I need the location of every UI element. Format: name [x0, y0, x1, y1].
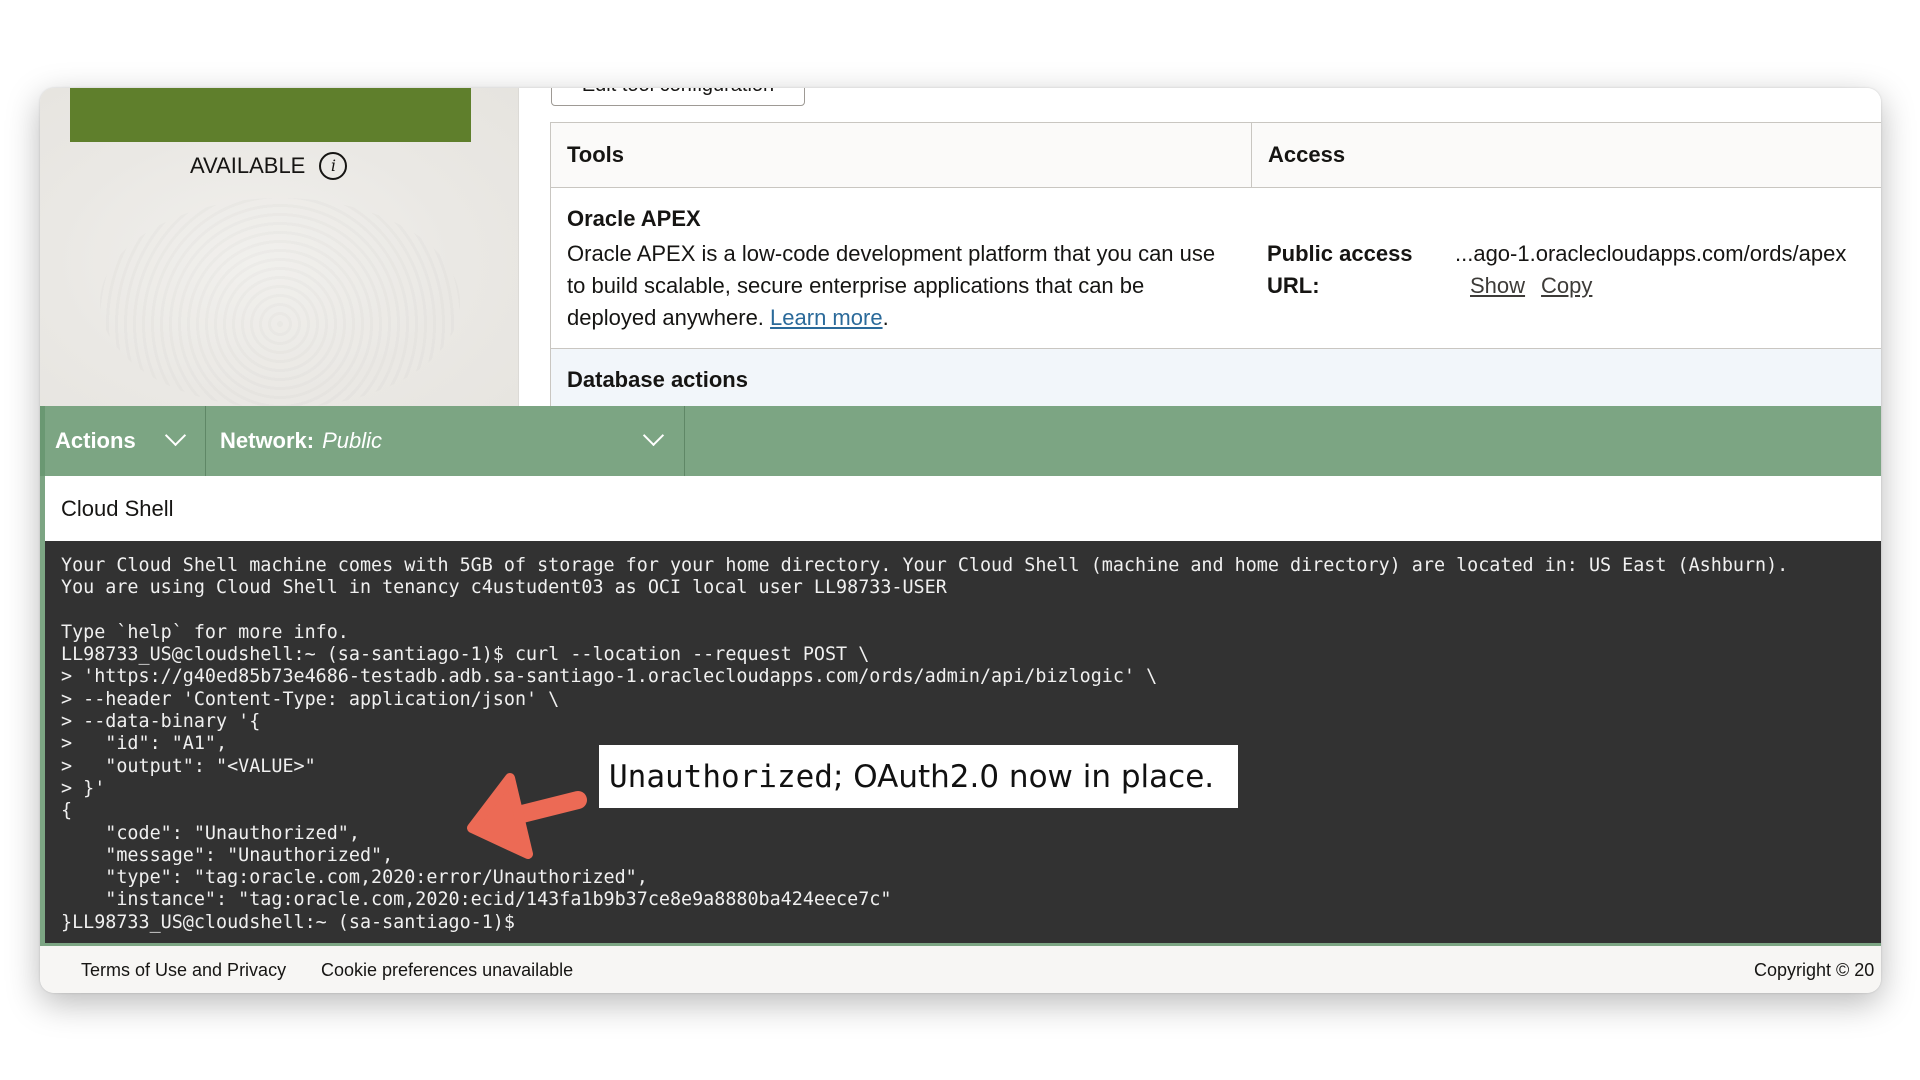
actions-label: Actions [55, 428, 136, 453]
url-actions: Show Copy [1470, 270, 1592, 302]
terminal-line: Your Cloud Shell machine comes with 5GB … [61, 555, 1789, 576]
callout-text: ; OAuth2.0 now in place. [832, 758, 1215, 795]
copyright-text: Copyright © 20 [1754, 960, 1875, 980]
table-row-database-actions: Database actions [551, 349, 1881, 409]
footer: Terms of Use and Privacy Cookie preferen… [40, 946, 1881, 993]
network-dropdown[interactable]: Network: Public [206, 406, 685, 476]
column-header-tools: Tools [567, 142, 625, 167]
cloud-shell-title: Cloud Shell [45, 476, 1881, 541]
terminal[interactable]: Your Cloud Shell machine comes with 5GB … [45, 541, 1881, 943]
annotation-callout: Unauthorized; OAuth2.0 now in place. [599, 745, 1238, 808]
cloud-shell-toolbar: Actions Network: Public [40, 406, 1881, 476]
terminal-line: }LL98733_US@cloudshell:~ (sa-santiago-1)… [61, 911, 515, 933]
tools-table: Tools Access Oracle APEX Oracle APEX is … [550, 122, 1881, 409]
cookie-preferences-link[interactable]: Cookie preferences unavailable [321, 960, 573, 981]
main-content: Edit tool configuration Tools Access Ora… [519, 88, 1881, 409]
terminal-line: > --header 'Content-Type: application/js… [61, 688, 560, 710]
url-label-text: Public access URL: [1267, 241, 1413, 298]
status-label: AVAILABLE [190, 153, 306, 178]
table-header: Tools Access [551, 123, 1881, 188]
chevron-down-icon [164, 424, 187, 447]
copy-url-link[interactable]: Copy [1541, 270, 1592, 302]
terminal-line: > --data-binary '{ [61, 711, 261, 733]
tool-description: Oracle APEX is a low-code development pl… [567, 238, 1227, 334]
public-access-url-label: Public access URL: [1267, 238, 1437, 302]
database-actions-label: Database actions [567, 367, 748, 392]
status-color-bar [70, 88, 471, 142]
annotation-arrow-icon [467, 773, 587, 859]
terminal-line: You are using Cloud Shell in tenancy c4u… [61, 577, 947, 599]
terminal-line: > 'https://g40ed85b73e4686-testadb.adb.s… [61, 666, 1158, 688]
chevron-down-icon [642, 424, 665, 447]
terminal-line: "code": "Unauthorized", [61, 822, 360, 844]
network-value: Public [322, 428, 383, 453]
actions-dropdown[interactable]: Actions [45, 406, 206, 476]
terminal-line: LL98733_US@cloudshell:~ (sa-santiago-1)$… [61, 644, 870, 666]
terminal-line: "type": "tag:oracle.com,2020:error/Unaut… [61, 867, 648, 889]
cloud-shell-panel: Cloud Shell Your Cloud Shell machine com… [40, 476, 1881, 946]
column-header-access: Access [1251, 123, 1345, 187]
terminal-line: "message": "Unauthorized", [61, 844, 394, 866]
console-window: AVAILABLE i Edit tool configuration Tool… [40, 88, 1881, 993]
edit-tool-configuration-button[interactable]: Edit tool configuration [551, 88, 805, 106]
info-icon[interactable]: i [319, 152, 348, 180]
terms-link[interactable]: Terms of Use and Privacy [81, 960, 286, 981]
learn-more-link[interactable]: Learn more [770, 305, 883, 330]
terminal-line: Type `help` for more info. [61, 621, 349, 643]
callout-mono-text: Unauthorized [609, 758, 833, 795]
tool-name: Oracle APEX [567, 206, 701, 231]
status-row: AVAILABLE i [190, 152, 348, 180]
sidebar: AVAILABLE i [40, 88, 519, 408]
table-row-oracle-apex: Oracle APEX Oracle APEX is a low-code de… [551, 188, 1881, 349]
tool-description-text: Oracle APEX is a low-code development pl… [567, 241, 1216, 330]
description-period: . [882, 305, 889, 330]
terminal-line: "instance": "tag:oracle.com,2020:ecid/14… [61, 889, 892, 911]
public-access-url-value: ...ago-1.oraclecloudapps.com/ords/apex [1455, 241, 1847, 266]
sidebar-background-pattern [100, 198, 460, 408]
network-label: Network: [220, 428, 315, 453]
show-url-link[interactable]: Show [1470, 270, 1525, 302]
